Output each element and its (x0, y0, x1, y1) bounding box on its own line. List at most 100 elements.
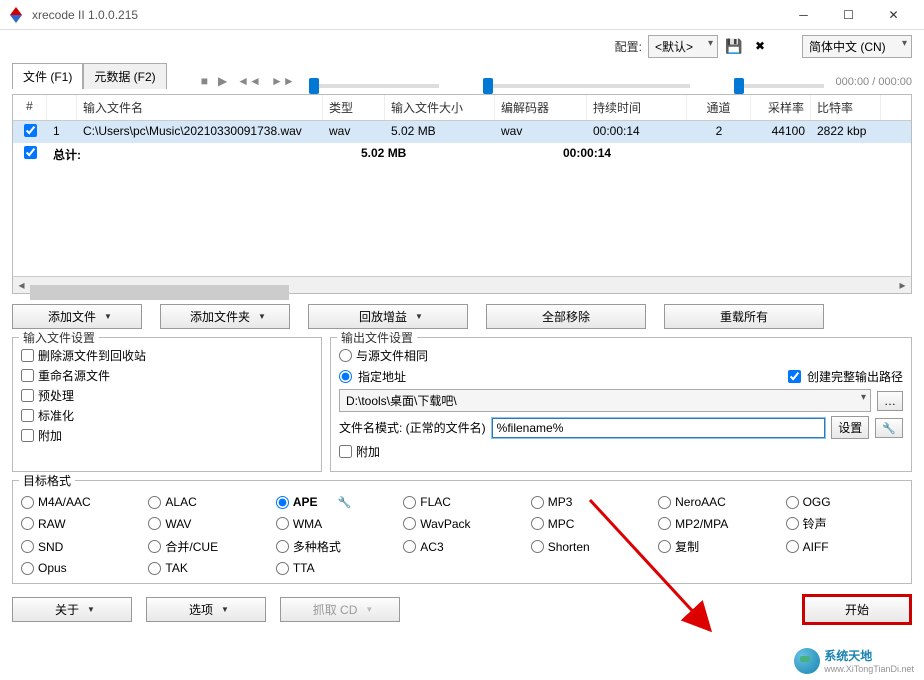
grab-cd-button[interactable]: 抓取 CD▼ (280, 597, 400, 622)
format-radio-aiff[interactable] (786, 540, 799, 553)
col-check[interactable]: # (13, 95, 47, 120)
format-mpc[interactable]: MPC (531, 515, 648, 532)
add-file-button[interactable]: 添加文件▼ (12, 304, 142, 329)
replay-gain-button[interactable]: 回放增益▼ (308, 304, 468, 329)
format-neroaac[interactable]: NeroAAC (658, 495, 775, 509)
filename-settings-button[interactable]: 设置 (831, 416, 869, 439)
format-radio-ac3[interactable] (403, 540, 416, 553)
remove-all-button[interactable]: 全部移除 (486, 304, 646, 329)
col-duration[interactable]: 持续时间 (587, 95, 687, 120)
row-checkbox[interactable] (24, 124, 37, 137)
language-select[interactable]: 简体中文 (CN) (802, 35, 912, 58)
progress-slider[interactable] (309, 84, 439, 88)
col-num[interactable] (47, 95, 77, 120)
format-radio-merge[interactable] (148, 540, 161, 553)
format-ogg[interactable]: OGG (786, 495, 903, 509)
col-codec[interactable]: 编解码器 (495, 95, 587, 120)
format-snd[interactable]: SND (21, 538, 138, 555)
add-folder-button[interactable]: 添加文件夹▼ (160, 304, 290, 329)
save-icon[interactable]: 💾 (724, 36, 744, 56)
format-alac[interactable]: ALAC (148, 495, 265, 509)
tab-files[interactable]: 文件 (F1) (12, 63, 83, 89)
config-select[interactable]: <默认> (648, 35, 718, 58)
format-opus[interactable]: Opus (21, 561, 138, 575)
col-bitrate[interactable]: 比特率 (811, 95, 881, 120)
rename-source-checkbox[interactable] (21, 369, 34, 382)
reload-all-button[interactable]: 重载所有 (664, 304, 824, 329)
format-ape[interactable]: APE 🔧 (276, 495, 393, 509)
format-radio-opus[interactable] (21, 562, 34, 575)
format-radio-alac[interactable] (148, 496, 161, 509)
delete-icon[interactable]: ✖ (750, 36, 770, 56)
about-button[interactable]: 关于▼ (12, 597, 132, 622)
format-ac3[interactable]: AC3 (403, 538, 520, 555)
scroll-right-icon[interactable]: ▸ (894, 278, 911, 292)
format-wma[interactable]: WMA (276, 515, 393, 532)
filename-pattern-field[interactable] (492, 418, 826, 438)
format-radio-ringtone[interactable] (786, 517, 799, 530)
format-radio-m4a[interactable] (21, 496, 34, 509)
wrench-icon[interactable]: 🔧 (338, 496, 352, 509)
format-merge[interactable]: 合并/CUE (148, 538, 265, 555)
col-size[interactable]: 输入文件大小 (385, 95, 495, 120)
close-button[interactable]: ✕ (871, 0, 916, 30)
tab-metadata[interactable]: 元数据 (F2) (83, 63, 166, 89)
col-name[interactable]: 输入文件名 (77, 95, 323, 120)
start-button[interactable]: 开始 (802, 594, 912, 625)
stop-icon[interactable]: ■ (199, 74, 210, 88)
format-radio-wavpack[interactable] (403, 517, 416, 530)
preprocess-checkbox[interactable] (21, 389, 34, 402)
seek-slider[interactable] (483, 84, 690, 88)
format-radio-shorten[interactable] (531, 540, 544, 553)
normalize-checkbox[interactable] (21, 409, 34, 422)
prev-icon[interactable]: ◄◄ (235, 74, 263, 88)
format-ringtone[interactable]: 铃声 (786, 515, 903, 532)
format-flac[interactable]: FLAC (403, 495, 520, 509)
format-tak[interactable]: TAK (148, 561, 265, 575)
create-full-path-checkbox[interactable] (788, 370, 801, 383)
format-radio-mpc[interactable] (531, 517, 544, 530)
format-radio-wma[interactable] (276, 517, 289, 530)
next-icon[interactable]: ►► (269, 74, 297, 88)
format-radio-ape[interactable] (276, 496, 289, 509)
format-wavpack[interactable]: WavPack (403, 515, 520, 532)
specify-path-radio[interactable] (339, 370, 352, 383)
minimize-button[interactable]: ─ (781, 0, 826, 30)
options-button[interactable]: 选项▼ (146, 597, 266, 622)
format-mp3[interactable]: MP3 (531, 495, 648, 509)
same-as-source-radio[interactable] (339, 349, 352, 362)
input-append-checkbox[interactable] (21, 429, 34, 442)
output-path-field[interactable]: D:\tools\桌面\下载吧\ (339, 389, 871, 412)
volume-slider[interactable] (734, 84, 824, 88)
format-multi[interactable]: 多种格式 (276, 538, 393, 555)
format-radio-flac[interactable] (403, 496, 416, 509)
format-raw[interactable]: RAW (21, 515, 138, 532)
format-radio-mp3[interactable] (531, 496, 544, 509)
browse-path-button[interactable]: … (877, 391, 903, 411)
delete-to-recycle-checkbox[interactable] (21, 349, 34, 362)
format-radio-raw[interactable] (21, 517, 34, 530)
total-checkbox[interactable] (24, 146, 37, 159)
format-copy[interactable]: 复制 (658, 538, 775, 555)
format-radio-copy[interactable] (658, 540, 671, 553)
format-aiff[interactable]: AIFF (786, 538, 903, 555)
col-type[interactable]: 类型 (323, 95, 385, 120)
format-wav[interactable]: WAV (148, 515, 265, 532)
format-radio-mp2mpa[interactable] (658, 517, 671, 530)
format-radio-tak[interactable] (148, 562, 161, 575)
format-radio-ogg[interactable] (786, 496, 799, 509)
format-radio-tta[interactable] (276, 562, 289, 575)
filename-tools-button[interactable]: 🔧 (875, 418, 903, 438)
maximize-button[interactable]: ☐ (826, 0, 871, 30)
col-channels[interactable]: 通道 (687, 95, 751, 120)
format-radio-multi[interactable] (276, 540, 289, 553)
col-samplerate[interactable]: 采样率 (751, 95, 811, 120)
format-tta[interactable]: TTA (276, 561, 393, 575)
horizontal-scrollbar[interactable]: ◂ ▸ (13, 276, 911, 293)
format-radio-snd[interactable] (21, 540, 34, 553)
format-shorten[interactable]: Shorten (531, 538, 648, 555)
scroll-left-icon[interactable]: ◂ (13, 278, 30, 292)
format-mp2mpa[interactable]: MP2/MPA (658, 515, 775, 532)
format-radio-wav[interactable] (148, 517, 161, 530)
table-row[interactable]: 1 C:\Users\pc\Music\20210330091738.wav w… (13, 121, 911, 143)
